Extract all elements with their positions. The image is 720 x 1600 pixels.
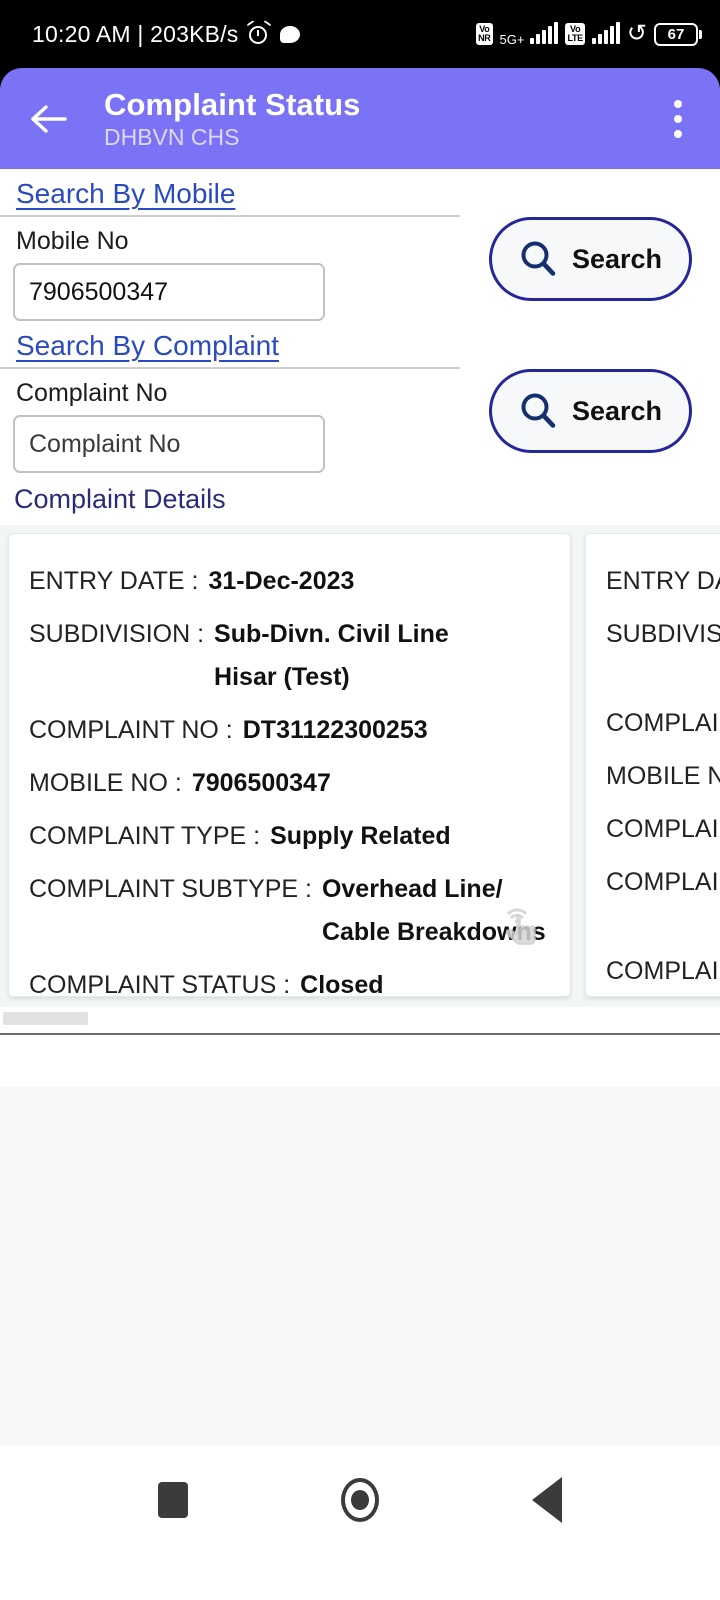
complaint-type-row: COMPLAINT TYPE : [606,808,720,851]
entry-date-label: ENTRY DATE : [606,567,720,595]
search-by-mobile-link[interactable]: Search By Mobile [0,169,235,215]
subdivision-row: SUBDIVISION : [606,613,720,656]
mobile-no-row: MOBILE NO : 7906500347 [29,762,550,805]
complaint-no-row: COMPLAINT NO : [606,702,720,745]
battery-icon: 67 [654,22,702,46]
complaint-no-label: COMPLAINT NO : [606,709,720,737]
empty-area [0,1087,720,1445]
complaint-search-row: Complaint No Complaint No Search [0,369,720,473]
complaint-cards-strip: ENTRY DATE : 31-Dec-2023 SUBDIVISION : S… [0,533,720,999]
content-gap [0,1035,720,1087]
android-navigation-bar [0,1445,720,1555]
complaint-subtype-row: COMPLAINT SUBTYPE : [606,861,720,904]
complaint-status-label: COMPLAINT STATUS : [606,957,720,985]
subdivision-row: SUBDIVISION : Sub-Divn. Civil Line Hisar… [29,613,550,699]
page-subtitle: DHBVN CHS [104,123,240,150]
tap-gesture-icon [490,894,544,948]
complaint-details-heading: Complaint Details [14,484,226,514]
complaint-card[interactable]: ENTRY DATE : SUBDIVISION : COMPLAINT NO … [585,533,720,997]
complaint-card[interactable]: ENTRY DATE : 31-Dec-2023 SUBDIVISION : S… [8,533,571,999]
sim2-signal-icon [591,22,620,44]
complaint-subtype-label: COMPLAINT SUBTYPE : [29,875,312,903]
complaint-search-button-column: Search [460,369,720,453]
mobile-no-label: Mobile No [16,227,129,255]
app-bar: Complaint Status DHBVN CHS [0,68,720,169]
entry-date-label: ENTRY DATE : [29,567,199,595]
chat-bubble-icon [280,25,301,43]
complaint-status-row: COMPLAINT STATUS : [606,950,720,993]
entry-date-row: ENTRY DATE : [606,560,720,603]
back-triangle-icon[interactable] [502,1455,592,1545]
horizontal-scrollbar[interactable] [0,1007,720,1033]
complaint-type-label: COMPLAINT TYPE : [29,822,261,850]
complaint-status-label: COMPLAINT STATUS : [29,971,291,999]
volte-badge-icon: Vo LTE [565,23,585,45]
three-dot-menu-icon[interactable] [656,90,700,148]
mobile-no-value: 7906500347 [191,769,331,797]
search-by-mobile-button[interactable]: Search [488,217,692,301]
complaint-type-value: Supply Related [270,822,451,850]
mobile-no-row: MOBILE NO : [606,755,720,798]
page-title: Complaint Status [104,86,361,122]
complaint-status-row: COMPLAINT STATUS : Closed [29,964,550,1007]
complaint-no-row: COMPLAINT NO : DT31122300253 [29,709,550,752]
search-by-complaint-button[interactable]: Search [488,369,692,453]
entry-date-value: 31-Dec-2023 [208,567,355,595]
mobile-no-input[interactable]: 7906500347 [13,263,325,321]
alarm-clock-icon [247,20,272,46]
search-by-complaint-link[interactable]: Search By Complaint [0,321,279,367]
complaint-type-row: COMPLAINT TYPE : Supply Related [29,815,550,858]
mobile-search-button-column: Search [460,217,720,301]
main-content: Search By Mobile Mobile No 7906500347 Se… [0,169,720,1445]
search-magnifier-icon [521,393,556,428]
complaint-no-value: DT31122300253 [242,716,428,744]
mobile-no-label: MOBILE NO : [29,769,182,797]
mobile-field-column: Mobile No 7906500347 [0,217,460,321]
battery-percent-label: 67 [654,22,698,46]
status-bar: 10:20 AM | 203KB/s Vo NR 5G+ Vo LTE ↺ 67 [0,0,720,68]
status-bar-left: 10:20 AM | 203KB/s [32,20,301,48]
mobile-search-row: Mobile No 7906500347 Search [0,217,720,321]
complaint-type-label: COMPLAINT TYPE : [606,815,720,843]
home-circle-icon[interactable] [315,1455,405,1545]
search-magnifier-icon [521,241,556,276]
status-clock-and-network-speed: 10:20 AM | 203KB/s [32,20,239,47]
complaint-cards-carousel[interactable]: ENTRY DATE : 31-Dec-2023 SUBDIVISION : S… [0,525,720,1007]
complaint-subtype-label: COMPLAINT SUBTYPE : [606,868,720,896]
app-bar-container: Complaint Status DHBVN CHS [0,68,720,169]
sim1-signal-icon: 5G+ [499,22,559,47]
sync-loop-icon: ↺ [626,20,647,47]
complaint-no-input[interactable]: Complaint No [13,415,325,473]
complaint-no-label: Complaint No [16,379,168,407]
scrollbar-thumb[interactable] [3,1012,88,1025]
subdivision-label: SUBDIVISION : [606,620,720,648]
complaint-field-column: Complaint No Complaint No [0,369,460,473]
mobile-no-label: MOBILE NO : [606,762,720,790]
status-bar-right: Vo NR 5G+ Vo LTE ↺ 67 [476,22,702,46]
app-bar-titles: Complaint Status DHBVN CHS [104,87,656,151]
search-by-complaint-section: Search By Complaint Complaint No Complai… [0,321,720,473]
search-by-mobile-section: Search By Mobile Mobile No 7906500347 Se… [0,169,720,321]
search-button-label: Search [571,395,663,426]
status-badge: Closed [300,971,384,999]
entry-date-row: ENTRY DATE : 31-Dec-2023 [29,560,550,603]
subdivision-label: SUBDIVISION : [29,620,205,648]
network-type-label: 5G+ [499,32,525,47]
vonr-badge-icon: Vo NR [476,23,493,45]
recents-square-icon[interactable] [128,1455,218,1545]
search-button-label: Search [571,243,663,274]
subdivision-value: Sub-Divn. Civil Line Hisar (Test) [214,620,449,691]
complaint-subtype-row: COMPLAINT SUBTYPE : Overhead Line/ Cable… [29,868,550,954]
back-arrow-icon[interactable] [26,96,72,142]
complaint-no-label: COMPLAINT NO : [29,716,233,744]
